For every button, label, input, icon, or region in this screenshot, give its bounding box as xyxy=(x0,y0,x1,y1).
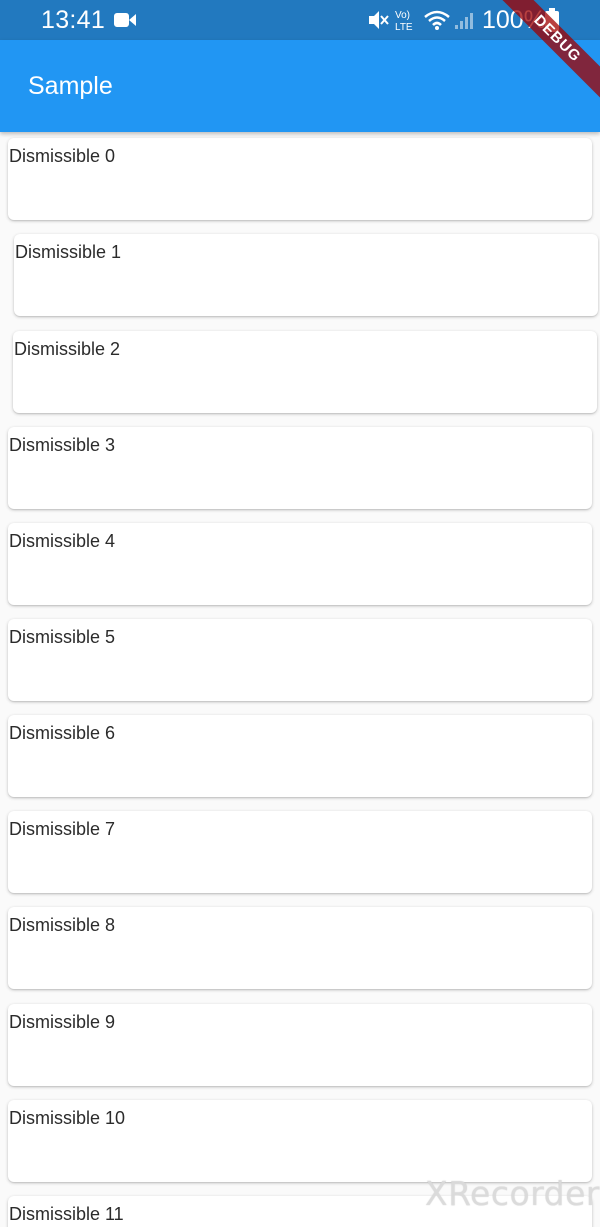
list-item-label: Dismissible 3 xyxy=(9,435,116,455)
list-item[interactable]: Dismissible 8 xyxy=(8,907,592,989)
svg-text:LTE: LTE xyxy=(395,22,413,33)
battery-percent: 100% xyxy=(482,6,546,34)
list-item[interactable]: Dismissible 11 xyxy=(8,1196,592,1227)
list-item[interactable]: Dismissible 7 xyxy=(8,811,592,893)
list-item[interactable]: Dismissible 4 xyxy=(8,523,592,605)
dismissible-list[interactable]: Dismissible 0 Dismissible 1 Dismissible … xyxy=(0,132,600,1227)
battery-icon xyxy=(545,8,559,32)
status-bar: 13:41 Vo) LTE 100% xyxy=(0,0,600,40)
signal-icon xyxy=(455,13,473,29)
app-bar: Sample xyxy=(0,40,600,132)
list-item[interactable]: Dismissible 3 xyxy=(8,427,592,509)
wifi-icon xyxy=(424,10,450,30)
page-title: Sample xyxy=(28,72,113,100)
list-item[interactable]: Dismissible 5 xyxy=(8,619,592,701)
list-item[interactable]: Dismissible 9 xyxy=(8,1004,592,1086)
list-item-label: Dismissible 2 xyxy=(14,339,121,359)
volte-icon: Vo) LTE xyxy=(395,10,413,33)
list-item-label: Dismissible 7 xyxy=(9,819,116,839)
list-item[interactable]: Dismissible 10 xyxy=(8,1100,592,1182)
list-item-label: Dismissible 6 xyxy=(9,723,116,743)
list-item[interactable]: Dismissible 2 xyxy=(13,331,597,413)
mute-icon xyxy=(369,11,389,29)
list-item-label: Dismissible 8 xyxy=(9,915,116,935)
list-item[interactable]: Dismissible 0 xyxy=(8,138,592,220)
list-item-label: Dismissible 11 xyxy=(9,1204,124,1224)
svg-text:Vo): Vo) xyxy=(395,10,410,21)
list-item-label: Dismissible 0 xyxy=(9,146,116,166)
list-item-label: Dismissible 4 xyxy=(9,531,116,551)
list-item-label: Dismissible 10 xyxy=(9,1108,126,1128)
list-item[interactable]: Dismissible 6 xyxy=(8,715,592,797)
status-time: 13:41 xyxy=(41,6,106,34)
list-item-label: Dismissible 9 xyxy=(9,1012,116,1032)
list-item-label: Dismissible 5 xyxy=(9,627,116,647)
list-item[interactable]: Dismissible 1 xyxy=(14,234,598,316)
video-camera-icon xyxy=(114,13,136,27)
list-item-label: Dismissible 1 xyxy=(15,242,122,262)
